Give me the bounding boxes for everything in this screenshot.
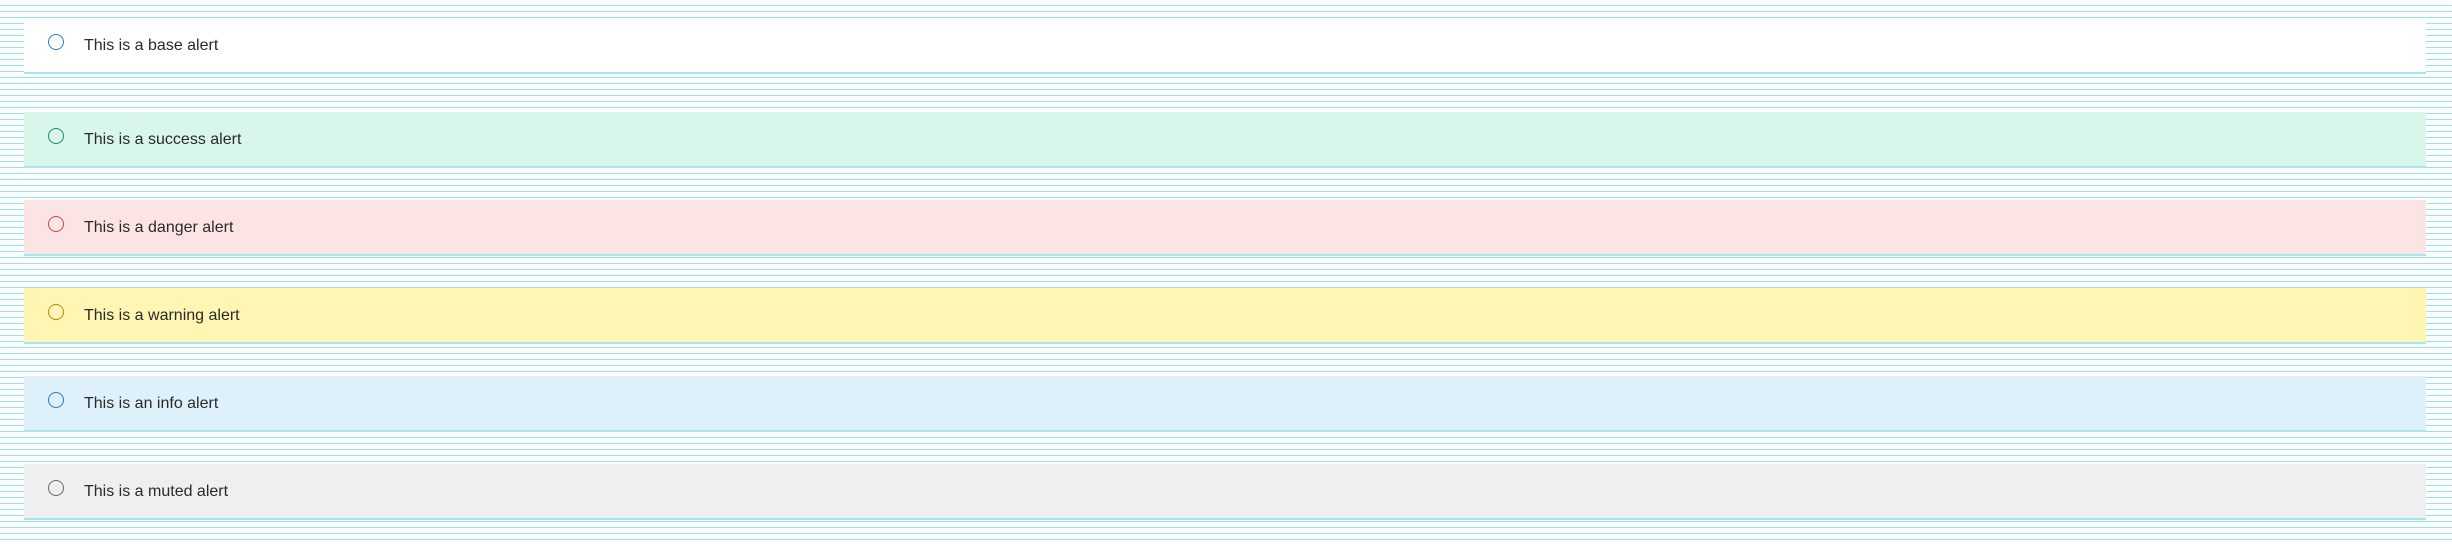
- circle-outline-icon: [48, 216, 64, 232]
- alert-text: This is a warning alert: [84, 307, 240, 324]
- alert-warning: This is a warning alert: [24, 288, 2426, 344]
- alerts-list: This is a base alert This is a success a…: [0, 0, 2452, 544]
- circle-outline-icon: [48, 480, 64, 496]
- circle-outline-icon: [48, 304, 64, 320]
- circle-outline-icon: [48, 392, 64, 408]
- circle-outline-icon: [48, 128, 64, 144]
- alert-text: This is an info alert: [84, 395, 219, 412]
- alert-text: This is a base alert: [84, 37, 219, 54]
- alert-muted: This is a muted alert: [24, 464, 2426, 520]
- alert-info: This is an info alert: [24, 376, 2426, 432]
- alert-success: This is a success alert: [24, 112, 2426, 168]
- alert-text: This is a danger alert: [84, 219, 234, 236]
- alert-text: This is a success alert: [84, 131, 242, 148]
- alert-base: This is a base alert: [24, 18, 2426, 74]
- circle-outline-icon: [48, 34, 64, 50]
- alert-danger: This is a danger alert: [24, 200, 2426, 256]
- alert-text: This is a muted alert: [84, 483, 229, 500]
